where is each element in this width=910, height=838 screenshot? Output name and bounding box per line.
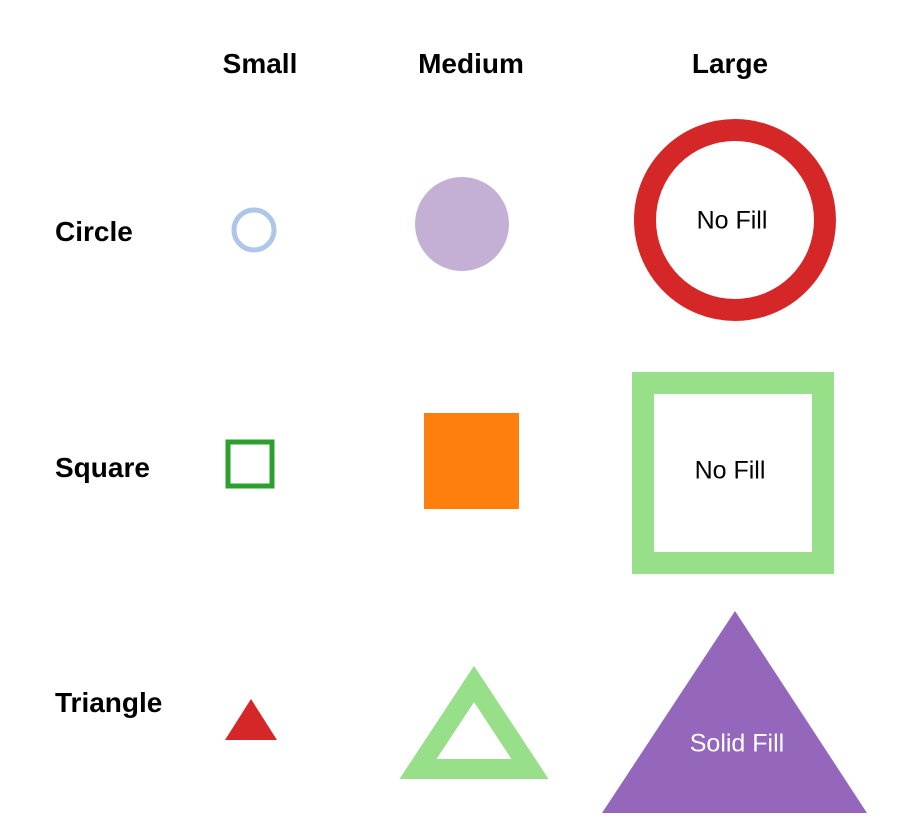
small-circle	[231, 207, 277, 253]
medium-square	[424, 413, 519, 509]
medium-triangle	[399, 665, 549, 779]
small-square	[225, 439, 275, 489]
large-circle-label: No Fill	[697, 207, 768, 235]
medium-circle	[415, 177, 509, 271]
large-square-label: No Fill	[695, 457, 766, 485]
large-triangle	[602, 611, 867, 813]
shape-grid: No Fill No Fill Solid Fill	[225, 119, 867, 813]
small-triangle	[225, 699, 277, 740]
large-triangle-label: Solid Fill	[690, 730, 784, 758]
